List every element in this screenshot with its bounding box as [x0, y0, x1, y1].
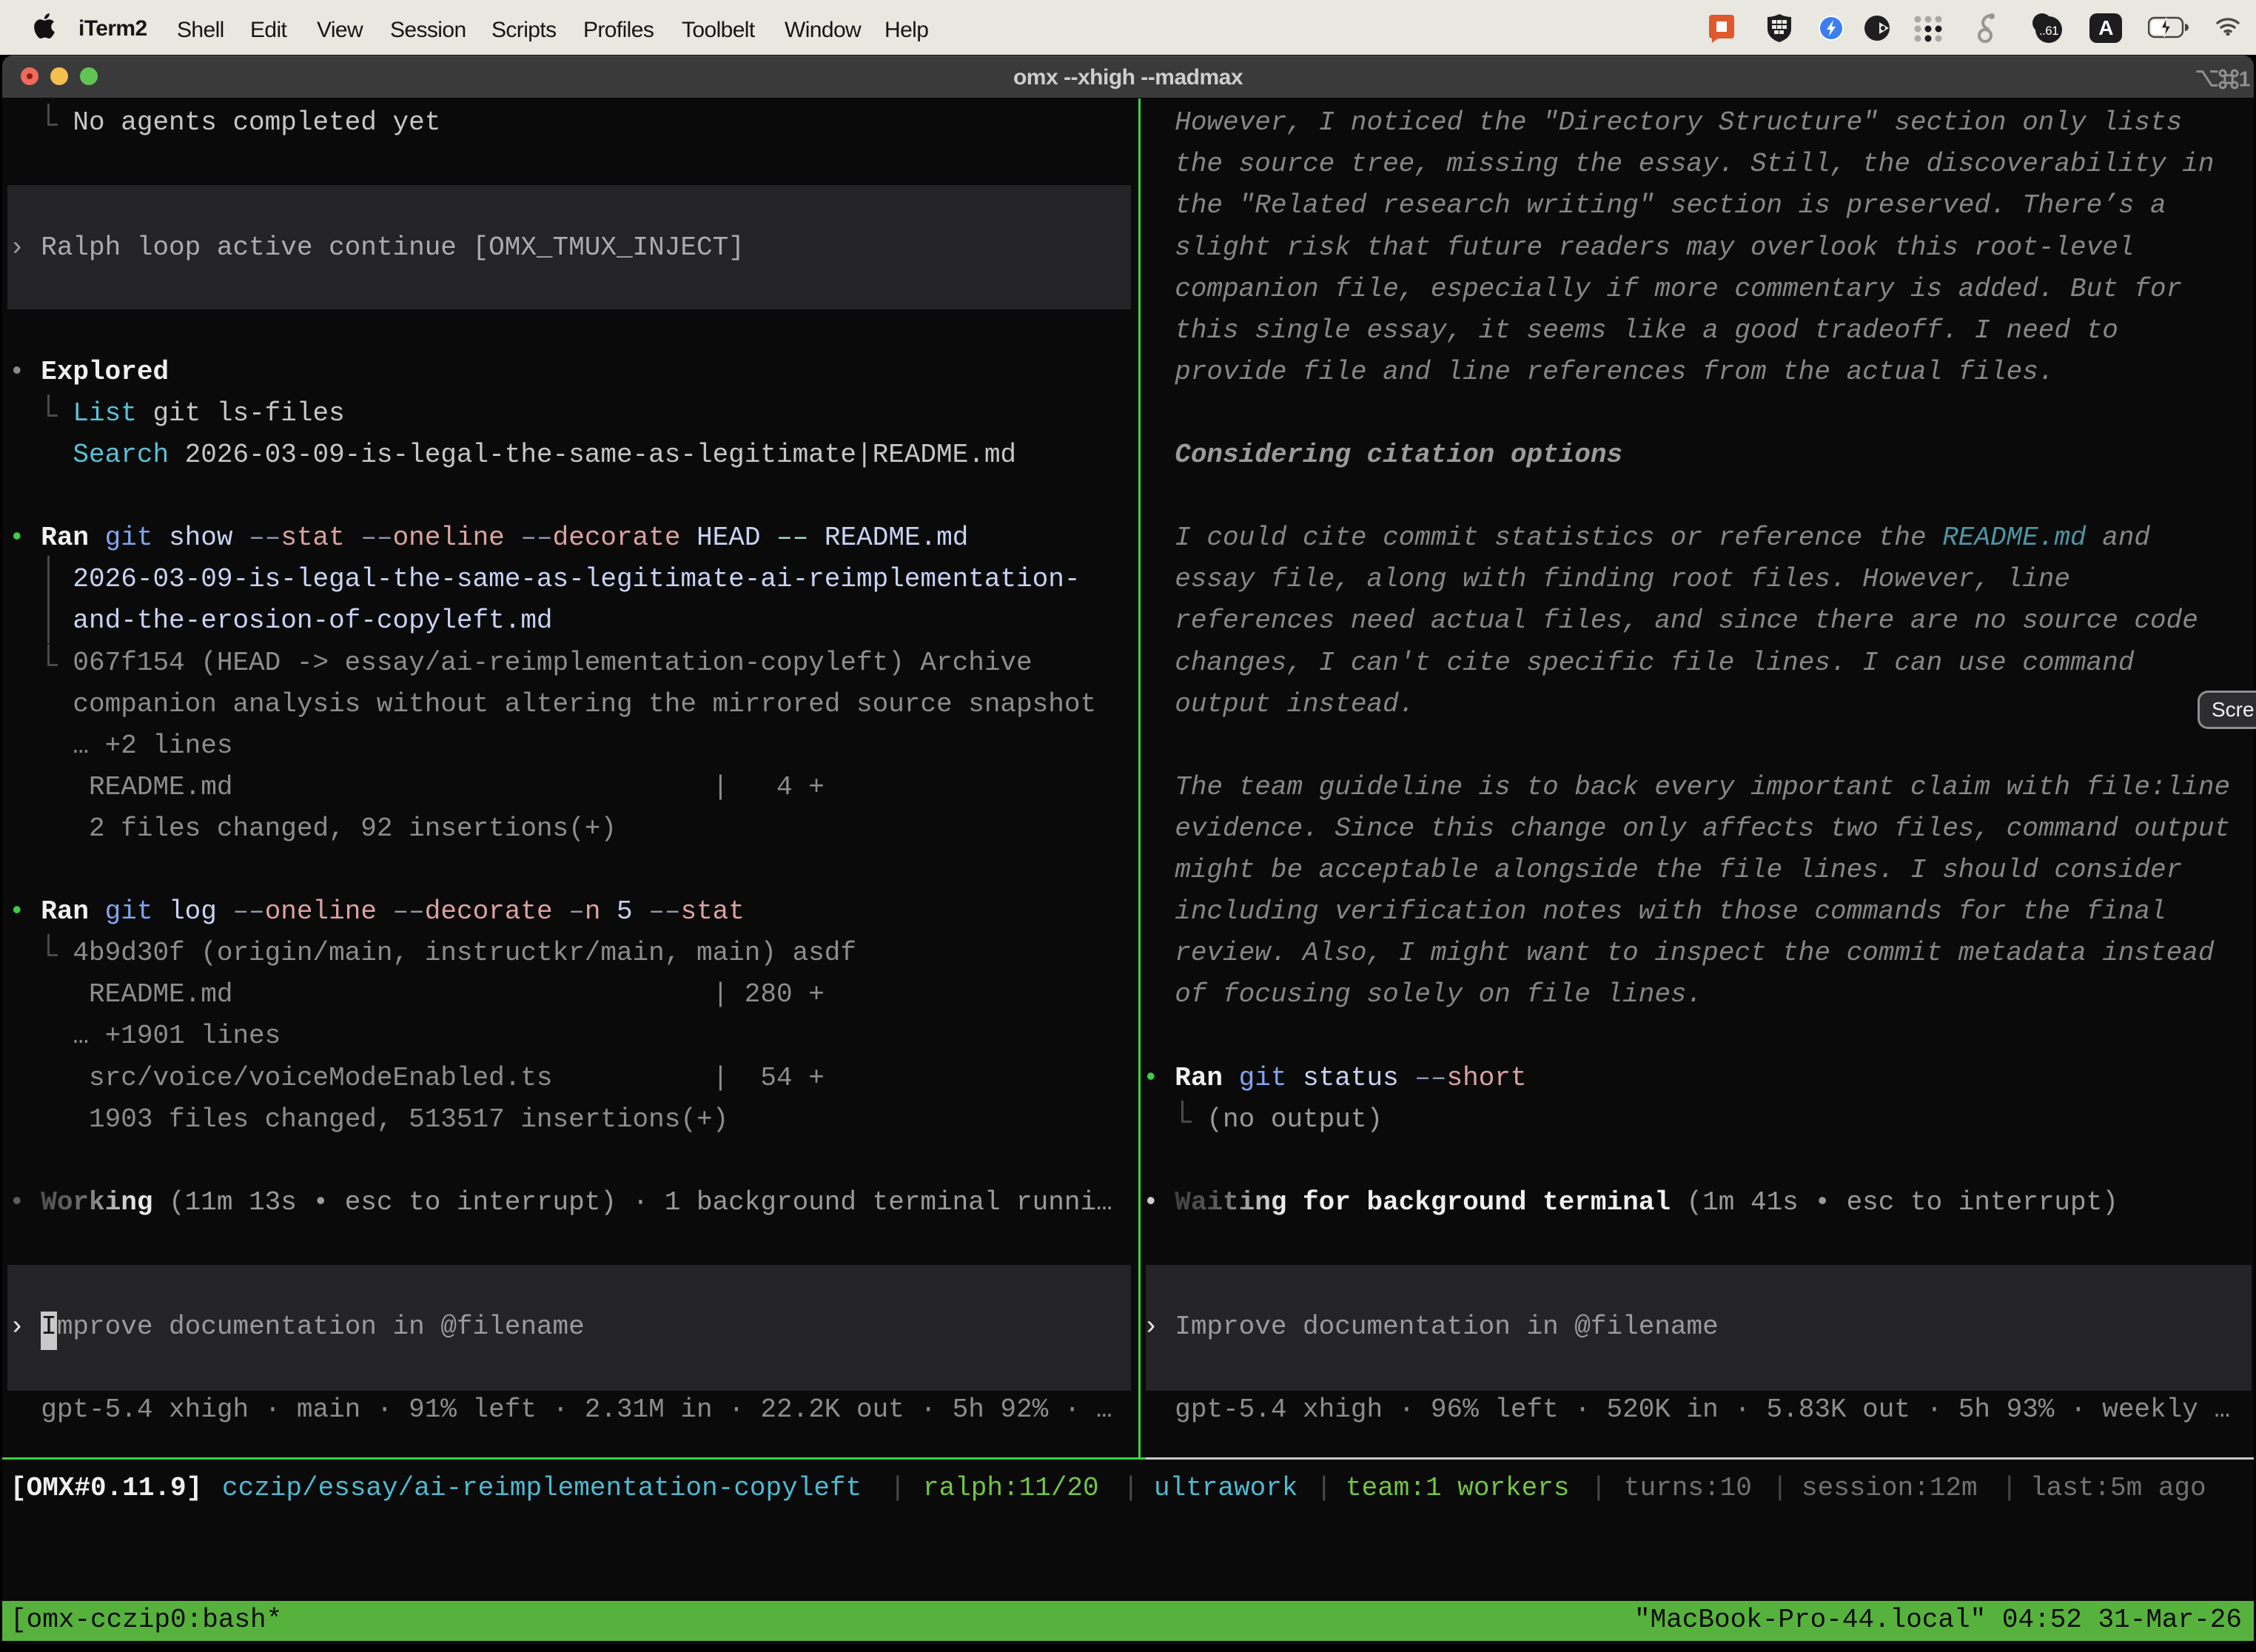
svg-text:1: 1 — [2239, 67, 2251, 90]
svg-text:..61: ..61 — [2039, 24, 2058, 38]
